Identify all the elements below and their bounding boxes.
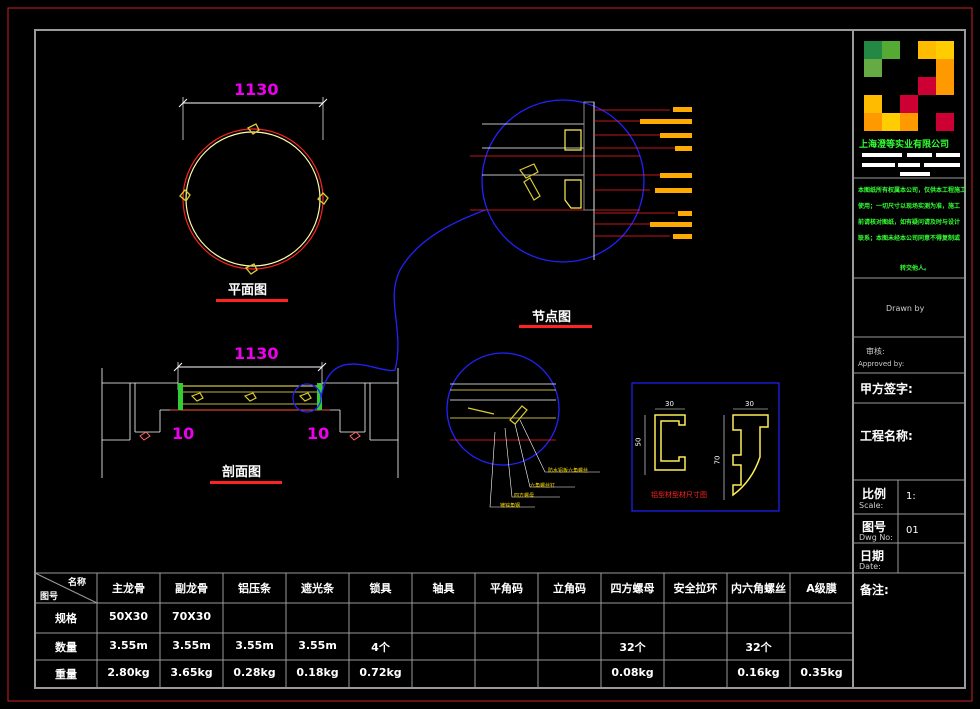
cad-drawing-sheet: [7, 7, 973, 702]
table-header-cell: 副龙骨: [175, 582, 208, 595]
dwg-value: 01: [906, 525, 919, 536]
table-corner-top: 名称: [68, 578, 87, 588]
remarks-label: 备注:: [860, 583, 889, 597]
table-row-label: 规格: [55, 612, 77, 625]
approved-cn-label: 审核:: [866, 347, 885, 356]
table-cell: 32个: [619, 640, 646, 654]
table-header-cell: 四方螺母: [610, 582, 655, 595]
profile-left-height: 50: [634, 437, 643, 447]
table-cell: 4个: [371, 640, 390, 654]
callout-4: 镀锌角钢: [500, 503, 521, 509]
project-name-label: 工程名称:: [860, 429, 913, 443]
small-detail: [446, 352, 600, 508]
table-header-cell: 立角码: [553, 582, 586, 595]
node-detail: [470, 99, 692, 328]
section-left-gap: 10: [172, 424, 195, 443]
table-header-cell: 安全拉环: [673, 582, 718, 595]
table-header-cell: A级膜: [806, 582, 837, 595]
table-cell: 50X30: [108, 610, 149, 623]
note-line-1: 本图纸所有权属本公司，仅供本工程施工: [858, 187, 967, 194]
node-title: 节点图: [532, 310, 572, 325]
section-dimension: 1130: [234, 344, 279, 363]
table-cell: 3.55m: [109, 638, 148, 652]
section-right-gap: 10: [307, 424, 330, 443]
table-cell: 0.16kg: [737, 666, 780, 679]
profile-right-height: 70: [713, 455, 722, 465]
company-logo: [864, 41, 954, 131]
table-cell: 0.08kg: [611, 666, 654, 679]
note-line-2: 使用；一切尺寸以现场实测为准，施工: [858, 203, 961, 210]
drawn-by-label: Drawn by: [886, 304, 925, 313]
profile-left-width: 30: [665, 400, 674, 408]
table-cell: 3.55m: [298, 638, 337, 652]
note-line-5: 转交他人。: [900, 265, 931, 272]
client-sign-label: 甲方签字:: [860, 382, 913, 396]
table-header-cell: 主龙骨: [112, 582, 145, 595]
callout-2: 六角螺丝钉: [530, 483, 556, 489]
plan-view: [178, 97, 329, 302]
scale-cn-label: 比例: [862, 487, 887, 501]
table-row-label: 数量: [55, 640, 77, 654]
table-cell: 0.35kg: [800, 666, 843, 679]
section-title: 剖面图: [222, 465, 262, 480]
table-cell: 0.72kg: [359, 666, 402, 679]
table-cell: 32个: [745, 640, 772, 654]
profile-right-width: 30: [745, 400, 754, 408]
callout-3: 四方螺母: [514, 493, 535, 499]
plan-dimension: 1130: [234, 80, 279, 99]
plan-title: 平面图: [228, 283, 268, 298]
table-header-cell: 内六角螺丝: [731, 582, 786, 595]
note-line-4: 联系；本图未经本公司同意不得复制或: [858, 235, 961, 242]
table-cell: 0.18kg: [296, 666, 339, 679]
approved-en-label: Approved by:: [858, 360, 905, 368]
table-header-cell: 平角码: [490, 582, 523, 595]
table-cell: 70X30: [171, 610, 212, 623]
table-header-cell: 轴具: [432, 582, 455, 595]
profile-caption: 铝型材型材尺寸图: [651, 491, 707, 499]
table-corner-bottom: 图号: [40, 592, 59, 602]
table-cell: 3.55m: [172, 638, 211, 652]
note-line-3: 前请核对图纸，如有疑问请及时与设计: [858, 219, 961, 226]
table-cell: 3.65kg: [170, 666, 213, 679]
table-header-cell: 遮光条: [301, 582, 334, 595]
dwg-en-label: Dwg No:: [859, 533, 893, 542]
scale-en-label: Scale:: [859, 501, 884, 510]
table-row-label: 重量: [55, 668, 77, 681]
table-cell: 3.55m: [235, 638, 274, 652]
table-header-cell: 锁具: [369, 582, 392, 595]
callout-1: 防水铝板六角螺丝: [548, 468, 589, 474]
date-en-label: Date:: [859, 562, 881, 571]
company-name: 上海澄等实业有限公司: [859, 140, 950, 150]
table-header-cell: 铝压条: [238, 582, 271, 595]
table-cell: 0.28kg: [233, 666, 276, 679]
table-cell: 2.80kg: [107, 666, 150, 679]
scale-value: 1:: [906, 491, 916, 502]
